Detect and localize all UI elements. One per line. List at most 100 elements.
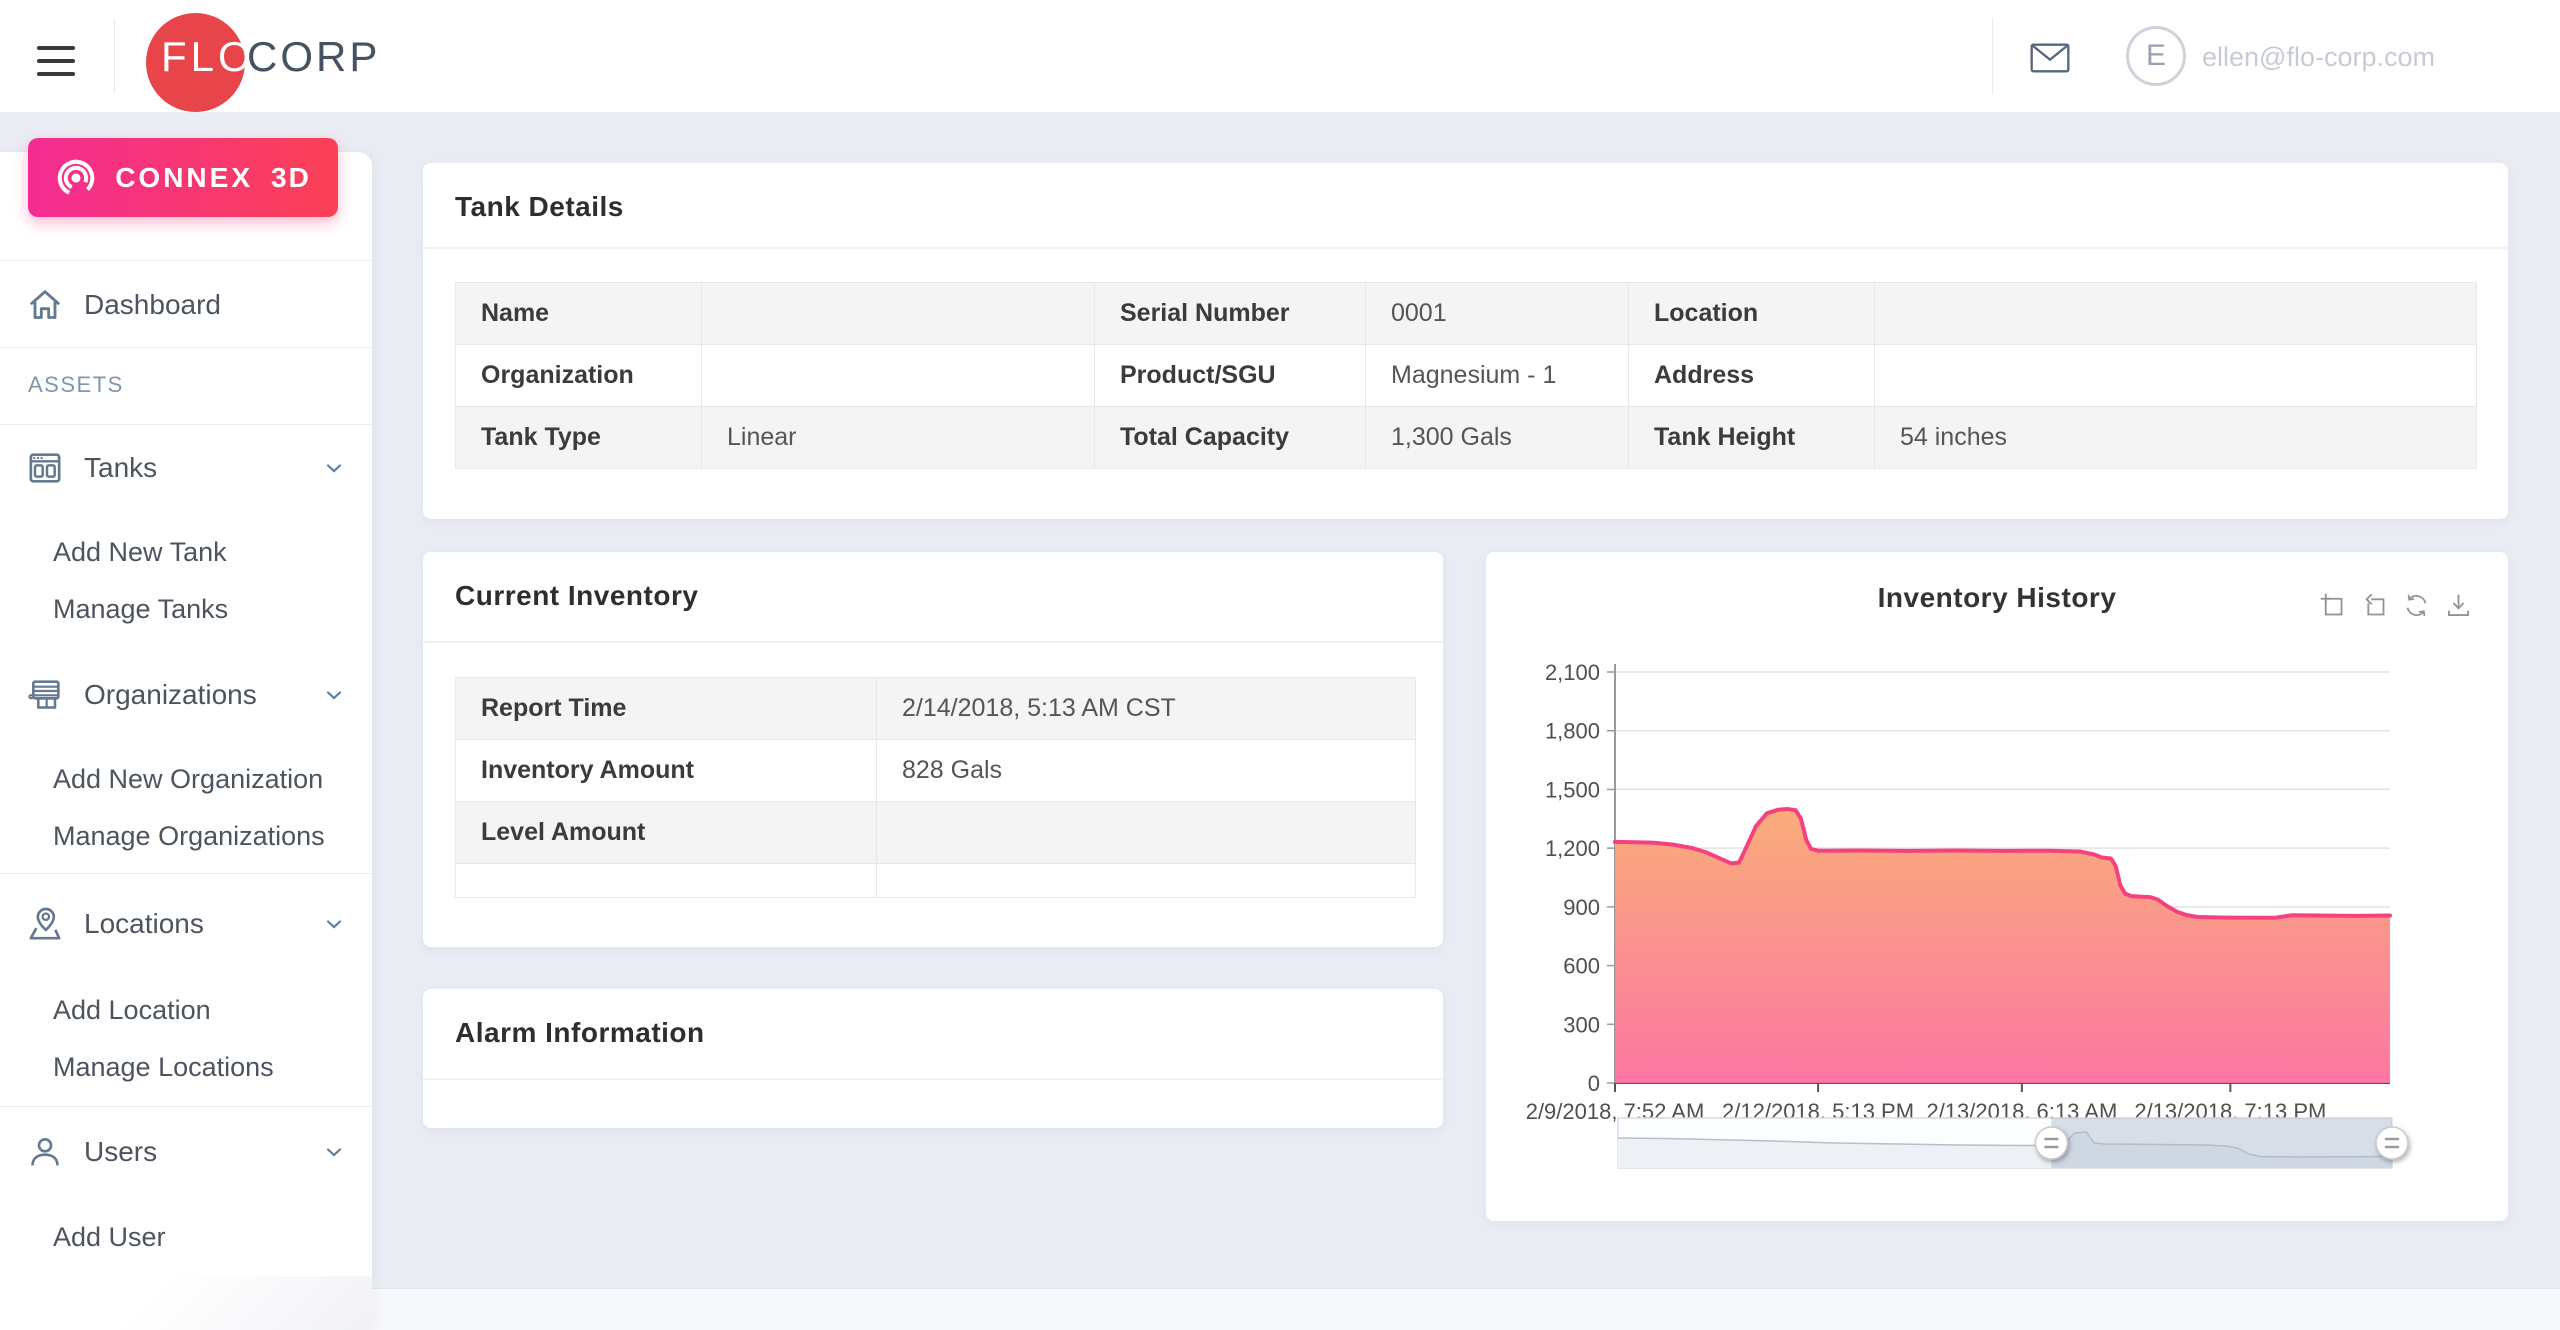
svg-text:0: 0 <box>1588 1071 1600 1096</box>
organizations-icon <box>28 680 60 709</box>
sidebar-subitem-label: Manage Locations <box>53 1051 274 1082</box>
cell-label: Total Capacity <box>1094 406 1366 469</box>
alarm-information-card: Alarm Information <box>423 989 1443 1128</box>
sidebar-item-label: Organizations <box>84 679 257 710</box>
home-icon <box>29 290 61 319</box>
cell-label: Name <box>455 282 702 345</box>
sidebar-item-manage-tanks[interactable]: Manage Tanks <box>0 584 372 634</box>
cell-label: Inventory Amount <box>455 739 877 802</box>
svg-text:600: 600 <box>1563 954 1600 979</box>
svg-text:1,500: 1,500 <box>1545 777 1600 802</box>
sidebar-item-manage-organizations[interactable]: Manage Organizations <box>0 811 372 861</box>
cell-value <box>701 282 1095 345</box>
svg-text:300: 300 <box>1563 1012 1600 1037</box>
avatar[interactable]: E <box>2126 26 2186 86</box>
table-row: Tank Type Linear Total Capacity 1,300 Ga… <box>455 406 2477 469</box>
download-icon[interactable] <box>2445 592 2472 619</box>
svg-text:2,100: 2,100 <box>1545 660 1600 685</box>
cell-value <box>876 863 1416 898</box>
avatar-initial: E <box>2145 39 2166 72</box>
divider <box>0 260 372 261</box>
sidebar-item-add-location[interactable]: Add Location <box>0 985 372 1035</box>
sidebar-item-locations[interactable]: Locations <box>0 896 372 952</box>
zoom-reset-icon[interactable] <box>2361 592 2388 619</box>
cell-value: 54 inches <box>1874 406 2477 469</box>
sidebar-subitem-label: Add User <box>53 1221 166 1252</box>
inventory-history-chart[interactable]: 03006009001,2001,5001,8002,1002/9/2018, … <box>1516 640 2516 1215</box>
cell-label: Location <box>1628 282 1875 345</box>
sidebar-item-tanks[interactable]: Tanks <box>0 440 372 496</box>
sidebar-subitem-label: Add New Tank <box>53 536 227 567</box>
mail-icon[interactable] <box>2030 42 2070 74</box>
divider <box>423 247 2508 249</box>
table-row: Organization Product/SGU Magnesium - 1 A… <box>455 344 2477 407</box>
cell-label: Tank Type <box>455 406 702 469</box>
cell-value: 828 Gals <box>876 739 1416 802</box>
cell-value <box>701 344 1095 407</box>
chevron-down-icon <box>326 920 342 929</box>
sidebar-item-manage-locations[interactable]: Manage Locations <box>0 1042 372 1092</box>
table-row <box>455 863 1416 898</box>
logo-flo-text: FLO <box>161 33 255 80</box>
cell-label <box>455 863 877 898</box>
table-row: Name Serial Number 0001 Location <box>455 282 2477 345</box>
sidebar-item-add-user[interactable]: Add User <box>0 1212 372 1262</box>
sidebar-subitem-label: Manage Organizations <box>53 820 325 851</box>
tank-details-title: Tank Details <box>455 191 624 222</box>
chevron-down-icon <box>326 464 342 473</box>
cell-value <box>876 801 1416 864</box>
sidebar-item-label: Dashboard <box>84 289 221 320</box>
chevron-down-icon <box>326 691 342 700</box>
current-inventory-table: Report Time 2/14/2018, 5:13 AM CST Inven… <box>455 677 1416 898</box>
sidebar-subitem-label: Add Location <box>53 994 211 1025</box>
cell-value <box>1874 282 2477 345</box>
users-icon <box>31 1138 59 1166</box>
divider <box>423 1078 1443 1080</box>
sidebar-item-label: Users <box>84 1136 158 1167</box>
cell-label: Level Amount <box>455 801 877 864</box>
cell-value: 1,300 Gals <box>1365 406 1629 469</box>
chevron-down-icon <box>326 1148 342 1157</box>
sidebar-item-add-new-tank[interactable]: Add New Tank <box>0 527 372 577</box>
broadcast-icon <box>57 159 95 196</box>
cell-value: 2/14/2018, 5:13 AM CST <box>876 677 1416 740</box>
logo-corp-text: CORP <box>247 33 381 80</box>
cell-label: Address <box>1628 344 1875 407</box>
divider <box>0 424 372 425</box>
user-email[interactable]: ellen@flo-corp.com <box>2202 42 2435 73</box>
cell-value: 0001 <box>1365 282 1629 345</box>
footer-band <box>372 1288 2560 1330</box>
restore-icon[interactable] <box>2403 592 2430 619</box>
connex-3d-button[interactable]: CONNEX 3D <box>28 138 338 217</box>
sidebar-footer <box>0 1276 372 1330</box>
cell-value: Magnesium - 1 <box>1365 344 1629 407</box>
cell-value <box>1874 344 2477 407</box>
sidebar-item-label: Tanks <box>84 452 158 483</box>
connex-badge: 3D <box>271 161 311 193</box>
current-inventory-title: Current Inventory <box>455 580 699 611</box>
tank-details-card: Tank Details Name Serial Number 0001 Loc… <box>423 163 2508 519</box>
alarm-information-title: Alarm Information <box>455 1017 705 1048</box>
sidebar-item-add-new-organization[interactable]: Add New Organization <box>0 754 372 804</box>
sidebar-item-users[interactable]: Users <box>0 1124 372 1180</box>
sidebar-item-dashboard[interactable]: Dashboard <box>0 277 372 333</box>
svg-text:1,200: 1,200 <box>1545 836 1600 861</box>
assets-section-label: ASSETS <box>28 372 124 397</box>
inventory-history-card: Inventory History 0 300 600 900 1,200 1,… <box>1486 552 2508 1221</box>
divider <box>0 347 372 348</box>
connex-label: CONNEX <box>115 161 253 193</box>
table-row: Report Time 2/14/2018, 5:13 AM CST <box>455 677 1416 740</box>
hamburger-menu-icon[interactable] <box>37 46 75 77</box>
table-row: Level Amount <box>455 801 1416 864</box>
tank-details-table: Name Serial Number 0001 Location Organiz… <box>455 282 2477 469</box>
app-header: FLO CORP E ellen@flo-corp.com <box>0 0 2560 112</box>
cell-label: Serial Number <box>1094 282 1366 345</box>
current-inventory-card: Current Inventory Report Time 2/14/2018,… <box>423 552 1443 947</box>
app-window: FLO CORP E ellen@flo-corp.com CONNEX 3D <box>0 0 2560 1330</box>
header-divider-left <box>114 18 115 94</box>
locations-icon <box>29 907 61 940</box>
sidebar-nav: CONNEX 3D Dashboard ASSETS Tanks Add New… <box>0 138 372 1330</box>
zoom-select-icon[interactable] <box>2319 592 2346 619</box>
sidebar-item-organizations[interactable]: Organizations <box>0 667 372 723</box>
svg-text:1,800: 1,800 <box>1545 719 1600 744</box>
